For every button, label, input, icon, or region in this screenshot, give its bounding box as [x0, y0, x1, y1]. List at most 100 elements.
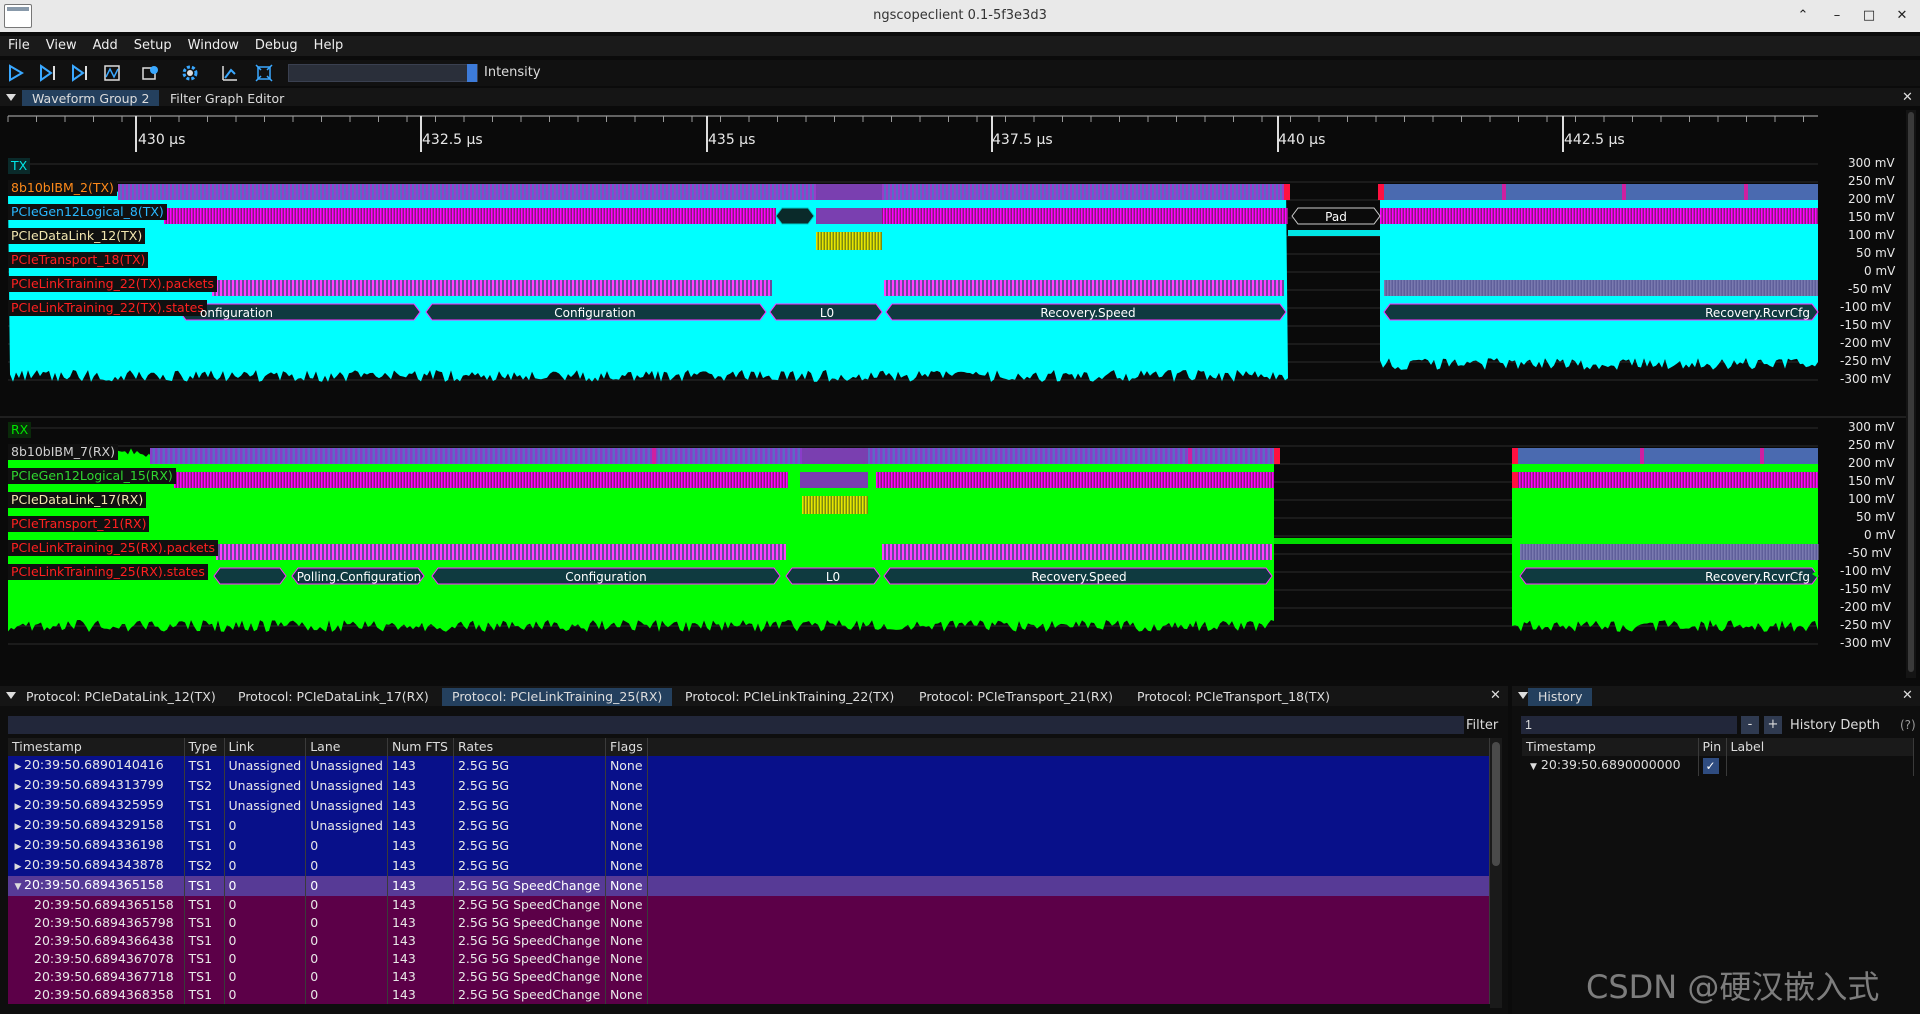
cell-lane[interactable]: Unassigned [305, 776, 388, 796]
zoom-fit-icon[interactable] [220, 63, 240, 83]
filter-input[interactable] [8, 716, 1464, 734]
cell-timestamp[interactable]: 20:39:50.6894365798 [8, 914, 185, 932]
cell-flags[interactable]: None [605, 816, 648, 836]
table-row[interactable]: ▶ 20:39:50.6894329158 TS1 0 Unassigned 143 2.5… [8, 816, 1490, 836]
cell-flags[interactable]: None [605, 796, 648, 816]
channel-label[interactable]: 8b10bIBM_7(RX) [8, 444, 118, 460]
cell-fts[interactable]: 143 [387, 836, 454, 856]
cell-timestamp[interactable]: ▶ 20:39:50.6894343878 [8, 856, 185, 876]
cell-lane[interactable]: 0 [305, 968, 388, 986]
cell-link[interactable]: 0 [224, 950, 307, 968]
channel-label[interactable]: PCIeLinkTraining_22(TX).states [8, 300, 207, 316]
cell-timestamp[interactable]: ▼ 20:39:50.6894365158 [8, 876, 185, 896]
chevron-right-icon[interactable]: ▶ [12, 758, 24, 776]
cell-flags[interactable]: None [605, 756, 648, 776]
cell-type[interactable]: TS1 [184, 896, 225, 914]
cell-fts[interactable]: 143 [387, 968, 454, 986]
chevron-right-icon[interactable]: ▶ [12, 858, 24, 876]
decrement-button[interactable]: - [1741, 716, 1759, 734]
cell-lane[interactable]: 0 [305, 896, 388, 914]
cell-rates[interactable]: 2.5G 5G SpeedChange [453, 950, 606, 968]
cell-type[interactable]: TS1 [184, 968, 225, 986]
table-row[interactable]: ▶ 20:39:50.6894336198 TS1 0 0 143 2.5G 5G None [8, 836, 1490, 856]
group-label-rx[interactable]: RX [8, 422, 32, 438]
table-row[interactable]: 20:39:50.6894365158 TS1 0 0 143 2.5G 5G Speed… [8, 896, 1490, 914]
cell-timestamp[interactable]: ▶ 20:39:50.6894325959 [8, 796, 185, 816]
cell-type[interactable]: TS2 [184, 776, 225, 796]
chevron-down-icon[interactable]: ▼ [1530, 762, 1537, 772]
cell-lane[interactable]: Unassigned [305, 816, 388, 836]
cell-rates[interactable]: 2.5G 5G [453, 856, 606, 876]
cell-lane[interactable]: 0 [305, 836, 388, 856]
cell-lane[interactable]: Unassigned [305, 756, 388, 776]
cell-type[interactable]: TS1 [184, 914, 225, 932]
cell-type[interactable]: TS2 [184, 856, 225, 876]
cell-link[interactable]: 0 [224, 836, 307, 856]
cell-link[interactable]: 0 [224, 968, 307, 986]
cell-link[interactable]: 0 [224, 986, 307, 1004]
help-icon[interactable]: (?) [1900, 718, 1916, 732]
table-row[interactable]: 20:39:50.6894365798 TS1 0 0 143 2.5G 5G Speed… [8, 914, 1490, 932]
cell-flags[interactable]: None [605, 914, 648, 932]
cell-rates[interactable]: 2.5G 5G SpeedChange [453, 914, 606, 932]
channel-label[interactable]: PCIeGen12Logical_15(RX) [8, 468, 176, 484]
cell-link[interactable]: 0 [224, 876, 307, 896]
cell-type[interactable]: TS1 [184, 932, 225, 950]
cell-link[interactable]: 0 [224, 816, 307, 836]
chevron-right-icon[interactable]: ▶ [12, 778, 24, 796]
column-header[interactable]: Type [184, 738, 225, 756]
single-trigger-icon[interactable] [38, 63, 58, 83]
cell-type[interactable]: TS1 [184, 876, 225, 896]
cell-fts[interactable]: 143 [387, 816, 454, 836]
column-header[interactable]: Pin [1698, 738, 1727, 756]
cell-fts[interactable]: 143 [387, 914, 454, 932]
column-header[interactable]: Timestamp [8, 738, 185, 756]
cell-flags[interactable]: None [605, 896, 648, 914]
cell-timestamp[interactable]: ▶ 20:39:50.6894336198 [8, 836, 185, 856]
table-row[interactable]: 20:39:50.6894366438 TS1 0 0 143 2.5G 5G Speed… [8, 932, 1490, 950]
cell-flags[interactable]: None [605, 986, 648, 1004]
cell-lane[interactable]: 0 [305, 932, 388, 950]
channel-label[interactable]: PCIeDataLink_17(RX) [8, 492, 147, 508]
menu-add[interactable]: Add [85, 36, 126, 56]
table-row[interactable]: ▼ 20:39:50.6894365158 TS1 0 0 143 2.5G 5G Spee… [8, 876, 1490, 896]
cell-fts[interactable]: 143 [387, 756, 454, 776]
menu-help[interactable]: Help [306, 36, 352, 56]
chevron-up-icon[interactable]: ⌃ [1794, 7, 1812, 25]
fullscreen-icon[interactable] [254, 63, 274, 83]
cell-lane[interactable]: 0 [305, 876, 388, 896]
cell-type[interactable]: TS1 [184, 816, 225, 836]
history-icon[interactable] [140, 63, 160, 83]
column-header[interactable]: Link [224, 738, 307, 756]
column-header[interactable]: Label [1726, 738, 1914, 756]
table-row[interactable]: 20:39:50.6894367078 TS1 0 0 143 2.5G 5G Speed… [8, 950, 1490, 968]
check-icon[interactable]: ✓ [1702, 758, 1719, 774]
cell-fts[interactable]: 143 [387, 876, 454, 896]
cell-fts[interactable]: 143 [387, 986, 454, 1004]
tab-protocol[interactable]: Protocol: PCIeTransport_21(RX) [909, 688, 1123, 706]
dropdown-triangle-icon[interactable] [6, 692, 16, 699]
channel-label[interactable]: PCIeGen12Logical_8(TX) [8, 204, 167, 220]
channel-label[interactable]: PCIeLinkTraining_22(TX).packets [8, 276, 218, 292]
minimize-button[interactable]: – [1828, 7, 1846, 25]
cell-link[interactable]: Unassigned [224, 756, 307, 776]
protocol-scrollbar[interactable] [1490, 738, 1502, 1008]
cell-rates[interactable]: 2.5G 5G [453, 836, 606, 856]
cell-type[interactable]: TS1 [184, 950, 225, 968]
cell-link[interactable]: Unassigned [224, 796, 307, 816]
channel-label[interactable]: PCIeDataLink_12(TX) [8, 228, 146, 244]
history-depth-input[interactable] [1521, 716, 1737, 734]
menu-file[interactable]: File [0, 36, 38, 56]
tab-protocol[interactable]: Protocol: PCIeTransport_18(TX) [1127, 688, 1340, 706]
chevron-down-icon[interactable]: ▼ [12, 878, 24, 896]
column-header[interactable]: Timestamp [1522, 738, 1699, 756]
chevron-right-icon[interactable]: ▶ [12, 838, 24, 856]
table-row[interactable]: ▶ 20:39:50.6894325959 TS1 Unassigned Unassig… [8, 796, 1490, 816]
waveform-scrollbar[interactable] [1906, 110, 1916, 678]
tab-protocol-active[interactable]: Protocol: PCIeLinkTraining_25(RX) [442, 688, 673, 706]
table-row[interactable]: 20:39:50.6894367718 TS1 0 0 143 2.5G 5G Speed… [8, 968, 1490, 986]
menu-setup[interactable]: Setup [126, 36, 180, 56]
cell-rates[interactable]: 2.5G 5G [453, 756, 606, 776]
tab-history[interactable]: History [1528, 688, 1593, 706]
cell-fts[interactable]: 143 [387, 932, 454, 950]
